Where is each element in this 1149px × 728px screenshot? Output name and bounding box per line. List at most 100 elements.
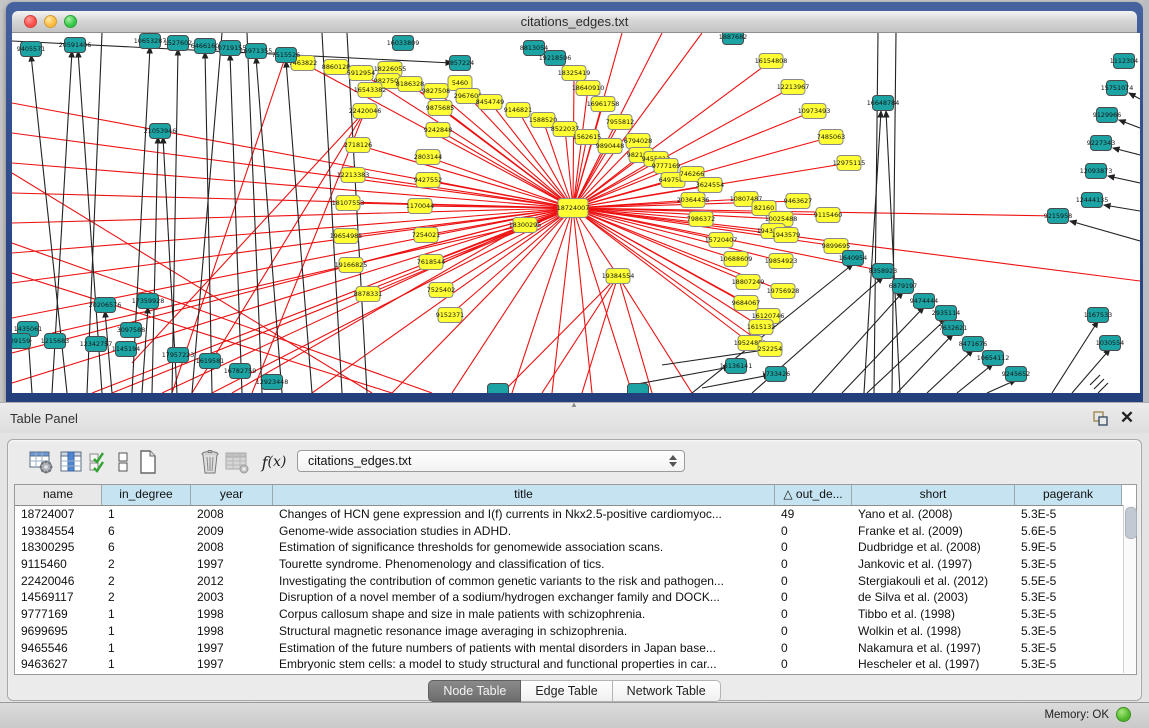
panel-resize-grip[interactable]: ▲ — [568, 402, 580, 408]
column-header-out_de[interactable]: △ out_de... — [775, 485, 852, 505]
graph-edge[interactable] — [1052, 321, 1098, 393]
column-header-name[interactable]: name — [15, 485, 102, 505]
table-cell: Corpus callosum shape and size in male p… — [273, 606, 775, 623]
table-row[interactable]: 911546021997Tourette syndrome. Phenomeno… — [15, 556, 1136, 573]
graph-edge[interactable] — [1098, 383, 1108, 393]
table-cell: 2009 — [191, 523, 273, 540]
graph-edge[interactable] — [1094, 379, 1104, 389]
graph-node-label: 9899695 — [822, 242, 850, 250]
table-row[interactable]: 1830029562008Estimation of significance … — [15, 539, 1136, 556]
table-settings-icon[interactable] — [27, 448, 55, 476]
graph-edge[interactable] — [1104, 205, 1140, 211]
graph-edge[interactable] — [358, 145, 573, 208]
graph-edge[interactable] — [502, 276, 618, 393]
graph-node-label: 9827508 — [422, 87, 450, 95]
graph-edge[interactable] — [12, 208, 573, 383]
table-row[interactable]: 2242004622012Investigating the contribut… — [15, 573, 1136, 590]
graph-edge[interactable] — [192, 33, 222, 393]
graph-edge[interactable] — [247, 33, 262, 393]
function-builder-icon[interactable]: f(x) — [258, 448, 290, 476]
graph-edge[interactable] — [867, 319, 946, 393]
graph-edge[interactable] — [618, 276, 652, 393]
table-row[interactable]: 1872400712008Changes of HCN gene express… — [15, 506, 1136, 523]
table-cell: 5.6E-5 — [1015, 523, 1122, 540]
network-canvas[interactable]: 1872400774638228860128591295418226055982… — [12, 33, 1140, 393]
graph-edge[interactable] — [542, 276, 618, 393]
graph-edge[interactable] — [512, 208, 573, 393]
table-scrollbar[interactable] — [1123, 505, 1136, 673]
graph-edge[interactable] — [1090, 375, 1100, 385]
new-document-icon[interactable] — [134, 448, 162, 476]
graph-edge[interactable] — [573, 208, 781, 261]
graph-edge[interactable] — [812, 292, 903, 393]
graph-edge[interactable] — [1108, 176, 1140, 183]
graph-node-label: 3097588 — [117, 326, 145, 334]
column-header-short[interactable]: short — [852, 485, 1015, 505]
graph-edge[interactable] — [842, 307, 924, 393]
table-row[interactable]: 977716911998Corpus callosum shape and si… — [15, 606, 1136, 623]
graph-node-label: 9463627 — [784, 197, 812, 205]
table-cell: 1998 — [191, 606, 273, 623]
table-type-tabs: Node TableEdge TableNetwork Table — [8, 680, 1141, 702]
graph-edge[interactable] — [1129, 93, 1140, 99]
table-panel-body: f(x) citations_edges.txt namein_degreeye… — [0, 433, 1149, 702]
window-scroll-gutter[interactable] — [1143, 0, 1149, 402]
table-row[interactable]: 946362711997Embryonic stem cells: a mode… — [15, 656, 1136, 673]
node-table: namein_degreeyeartitle△ out_de...shortpa… — [14, 484, 1137, 675]
table-row[interactable]: 969969511998Structural magnetic resonanc… — [15, 623, 1136, 640]
graph-edge[interactable] — [1113, 148, 1140, 155]
graph-edge[interactable] — [322, 33, 342, 393]
column-header-year[interactable]: year — [191, 485, 273, 505]
graph-node-label: 5460 — [452, 79, 468, 87]
close-panel-icon[interactable]: ✕ — [1119, 409, 1135, 427]
table-row[interactable]: 946554611997Estimation of the future num… — [15, 640, 1136, 657]
graph-edge[interactable] — [618, 276, 692, 393]
delete-table-icon[interactable] — [196, 448, 224, 476]
table-cell: 49 — [775, 506, 852, 523]
import-table-icon[interactable] — [223, 448, 251, 476]
column-header-title[interactable]: title — [273, 485, 775, 505]
graph-edge[interactable] — [573, 208, 750, 343]
column-header-pagerank[interactable]: pagerank — [1015, 485, 1122, 505]
table-cell: 1 — [102, 623, 191, 640]
graph-node-label: 9474444 — [910, 297, 938, 305]
graph-edge[interactable] — [12, 208, 573, 223]
graph-edge[interactable] — [927, 350, 973, 393]
graph-edge[interactable] — [897, 334, 953, 393]
table-scrollbar-thumb[interactable] — [1125, 507, 1137, 539]
graph-edge[interactable] — [1070, 221, 1140, 241]
table-column-icon[interactable] — [57, 448, 85, 476]
window-titlebar[interactable]: citations_edges.txt — [12, 11, 1137, 33]
graph-edge[interactable] — [12, 173, 372, 393]
tab-network-table[interactable]: Network Table — [613, 680, 721, 702]
graph-node-label: 8186328 — [396, 80, 424, 88]
graph-node-label: 12342757 — [80, 340, 113, 348]
table-row[interactable]: 1456911722003Disruption of a novel membe… — [15, 589, 1136, 606]
graph-edge[interactable] — [438, 130, 573, 208]
graph-node-label: 7525402 — [427, 286, 455, 294]
graph-edge[interactable] — [1119, 120, 1140, 128]
tab-edge-table[interactable]: Edge Table — [521, 680, 612, 702]
table-row[interactable]: 1938455462009Genome-wide association stu… — [15, 523, 1136, 540]
graph-node[interactable] — [628, 384, 649, 394]
graph-node-label: 18325419 — [558, 69, 591, 77]
table-cell: 6 — [102, 539, 191, 556]
network-view[interactable]: 1872400774638228860128591295418226055982… — [12, 33, 1140, 393]
graph-edge[interactable] — [172, 49, 178, 393]
graph-node[interactable] — [488, 384, 509, 394]
graph-node-label: 1215683 — [41, 337, 69, 345]
graph-edge[interactable] — [428, 157, 573, 208]
column-header-in_degree[interactable]: in_degree — [102, 485, 191, 505]
graph-node-label: 21053946 — [144, 127, 177, 135]
table-select-dropdown[interactable]: citations_edges.txt — [297, 450, 685, 472]
graph-node-label: 22420046 — [349, 107, 382, 115]
tab-node-table[interactable]: Node Table — [428, 680, 521, 702]
graph-edge[interactable] — [957, 364, 993, 393]
graph-edge[interactable] — [152, 137, 158, 393]
float-window-icon[interactable] — [1092, 410, 1109, 427]
graph-edge[interactable] — [573, 208, 592, 393]
graph-edge[interactable] — [864, 111, 881, 393]
graph-node-label: 19854923 — [765, 257, 798, 265]
row-height-icon[interactable] — [109, 448, 137, 476]
table-cell: 0 — [775, 523, 852, 540]
